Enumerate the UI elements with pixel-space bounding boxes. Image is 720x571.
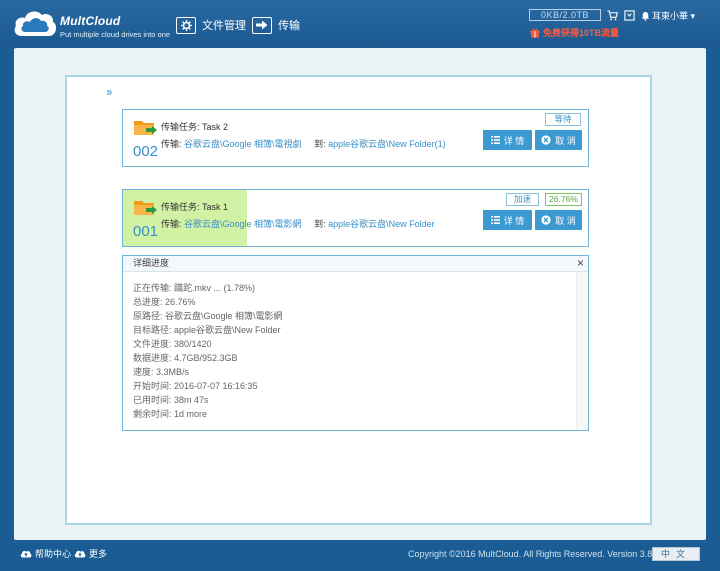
detail-line: 已用时间: 38m 47s: [133, 395, 209, 405]
footer: 帮助中心 更多 Copyright ©2016 MultCloud. All R…: [0, 540, 720, 571]
more-link[interactable]: 更多: [74, 547, 107, 560]
folder-transfer-icon: [134, 201, 157, 215]
cancel-button[interactable]: 取 消: [535, 130, 582, 150]
storage-quota: 0KB/2.0TB: [529, 9, 601, 21]
more-label: 更多: [89, 549, 108, 559]
destination-path-link[interactable]: apple谷歌云盘\New Folder(1): [328, 139, 446, 149]
cancel-button[interactable]: 取 消: [535, 210, 582, 230]
cart-icon[interactable]: [607, 10, 618, 21]
detail-progress-title: 详细进度: [133, 258, 170, 268]
detail-line: 速度: 3.3MB/s: [133, 367, 190, 377]
transfer-arrow-icon: [252, 16, 272, 34]
detail-scrollbar[interactable]: [576, 272, 588, 430]
top-header: MultCloud Put multiple cloud drives into…: [0, 0, 720, 48]
cloud-upload-icon: [74, 550, 86, 558]
source-path-link[interactable]: 谷歌云盘\Google 相簿\電視劇: [184, 139, 302, 149]
details-button-label: 详 情: [503, 215, 525, 226]
detail-line: 原路径: 谷歌云盘\Google 相簿\電影網: [133, 311, 283, 321]
detail-line: 开始时间: 2016-07-07 16:16:35: [133, 381, 258, 391]
help-center-label: 帮助中心: [35, 549, 72, 559]
details-button[interactable]: 详 情: [483, 210, 532, 230]
to-label: 到:: [314, 139, 326, 149]
copyright-text: Copyright ©2016 MultCloud. All Rights Re…: [408, 549, 660, 559]
nav-file-manager[interactable]: 文件管理: [176, 14, 246, 36]
gear-icon: [176, 16, 196, 34]
detail-line: 文件进度: 380/1420: [133, 339, 212, 349]
list-icon: [490, 216, 500, 224]
task-card: 001 传输任务: Task 1 传输: 谷歌云盘\Google 相簿\電影網 …: [122, 189, 589, 247]
task-path: 传输: 谷歌云盘\Google 相簿\電影網 到: apple谷歌云盘\New …: [161, 217, 435, 230]
task-number: 002: [133, 143, 159, 160]
list-icon: [490, 136, 500, 144]
cancel-circle-icon: [541, 215, 551, 225]
task-title: 传输任务: Task 1: [161, 202, 229, 212]
detail-line: 数据进度: 4.7GB/952.3GB: [133, 353, 238, 363]
username-label: 耳東小華: [652, 11, 689, 21]
task-number: 001: [133, 223, 159, 240]
free-traffic-label: 免费获得10TB流量: [543, 28, 620, 38]
logo-name: MultCloud: [60, 14, 121, 28]
user-menu[interactable]: 耳東小華 ▾: [652, 9, 695, 22]
detail-progress-panel: 详细进度 × 正在传输: 蹣跎.mkv ... (1.78%) 总进度: 26.…: [122, 255, 589, 431]
task-path: 传输: 谷歌云盘\Google 相簿\電視劇 到: apple谷歌云盘\New …: [161, 137, 446, 150]
cancel-circle-icon: [541, 135, 551, 145]
task-card: 002 传输任务: Task 2 传输: 谷歌云盘\Google 相簿\電視劇 …: [122, 109, 589, 167]
transfer-prefix: 传输:: [161, 139, 182, 149]
detail-line: 剩余时间: 1d more: [133, 409, 208, 419]
nav-transfer-label: 传输: [278, 20, 300, 32]
destination-path-link[interactable]: apple谷歌云盘\New Folder: [328, 219, 435, 229]
progress-percent-badge: 26.76%: [545, 193, 582, 206]
details-button[interactable]: 详 情: [483, 130, 532, 150]
cloud-logo-icon: [14, 11, 57, 37]
bell-icon[interactable]: [640, 10, 651, 21]
folder-transfer-icon: [134, 121, 157, 135]
gift-icon: [530, 28, 540, 38]
multcloud-logo[interactable]: MultCloud Put multiple cloud drives into…: [12, 8, 172, 42]
logo-tagline: Put multiple cloud drives into one: [60, 30, 171, 39]
detail-progress-header: 详细进度 ×: [123, 256, 588, 272]
cancel-button-label: 取 消: [555, 215, 576, 226]
chevron-down-icon: ▾: [690, 11, 696, 21]
detail-line: 总进度: 26.76%: [133, 297, 196, 307]
detail-line: 目标路径: apple谷歌云盘\New Folder: [133, 325, 281, 335]
to-label: 到:: [314, 219, 326, 229]
save-icon[interactable]: [624, 10, 635, 21]
detail-line: 正在传输: 蹣跎.mkv ... (1.78%): [133, 283, 256, 293]
cloud-upload-icon: [20, 550, 32, 558]
help-center-link[interactable]: 帮助中心: [20, 547, 71, 560]
nav-transfer[interactable]: 传输: [252, 14, 300, 36]
transfer-prefix: 传输:: [161, 219, 182, 229]
expand-double-chevron-icon[interactable]: ››: [106, 84, 113, 99]
cancel-button-label: 取 消: [555, 135, 576, 146]
close-icon[interactable]: ×: [577, 256, 584, 270]
language-select[interactable]: 中文: [652, 547, 700, 561]
task-title: 传输任务: Task 2: [161, 122, 229, 132]
nav-file-manager-label: 文件管理: [202, 20, 246, 32]
free-traffic-link[interactable]: 免费获得10TB流量: [530, 26, 619, 39]
details-button-label: 详 情: [503, 135, 525, 146]
detail-progress-body: 正在传输: 蹣跎.mkv ... (1.78%) 总进度: 26.76% 原路径…: [123, 272, 588, 430]
accelerate-badge[interactable]: 加速: [506, 193, 539, 206]
status-badge: 等待: [545, 113, 581, 126]
source-path-link[interactable]: 谷歌云盘\Google 相簿\電影網: [184, 219, 302, 229]
